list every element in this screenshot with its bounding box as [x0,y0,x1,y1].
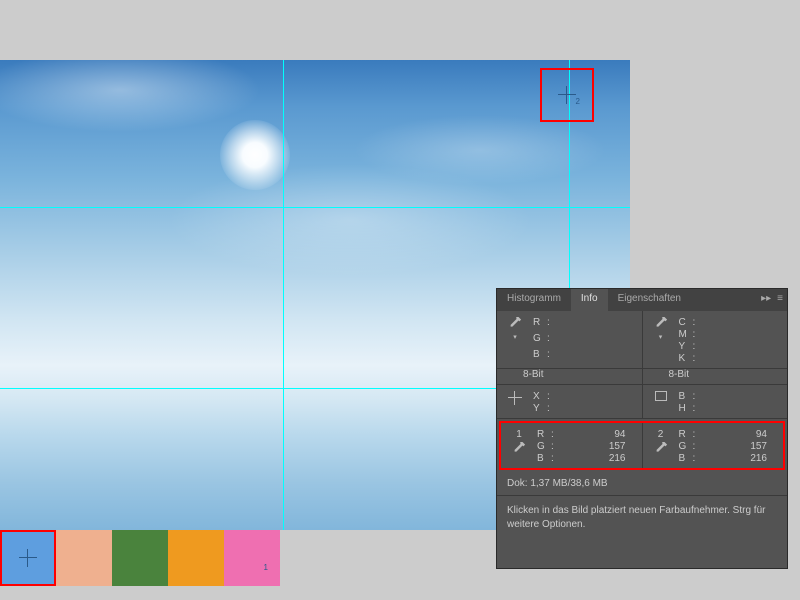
bits-right: 8-Bit [642,369,788,384]
sampler1-g: 157 [557,441,634,452]
bits-left: 8-Bit [497,369,642,384]
sampler2-b: 216 [699,453,776,464]
tab-histogram[interactable]: Histogramm [497,289,571,311]
label-g: G [537,441,551,452]
label-x: X [533,391,547,402]
color-sampler-2[interactable]: 2 [540,68,594,122]
label-k: K [679,353,693,364]
value-b [553,349,634,364]
label-m: M [679,329,693,340]
swatch-2[interactable] [56,530,112,586]
eyedropper-icon[interactable] [512,442,526,456]
swatch-1-selected[interactable]: 1 [0,530,56,586]
cmyk-readout: ▾ C: M: Y: K: [642,311,788,368]
sampler-index: 1 [514,429,524,440]
label-b: B [533,349,547,364]
document-size: Dok: 1,37 MB/38,6 MB [497,472,787,496]
sampler2-r: 94 [699,429,776,440]
info-panel: Histogramm Info Eigenschaften ▸▸ ≡ ▾ R: … [496,288,788,569]
sampler-number: 1 [264,563,268,572]
label-r: R [679,429,693,440]
rgb-readout: ▾ R: G: B: [497,311,642,368]
sampler2-g: 157 [699,441,776,452]
value-g [553,333,634,348]
eyedropper-icon[interactable] [654,442,668,456]
eyedropper-icon[interactable] [508,317,522,331]
label-y: Y [679,341,693,352]
sampler2-readout: 2 R:94 G:157 B:216 [642,423,784,468]
section-rgb-cmyk: ▾ R: G: B: ▾ C: M: Y: K: [497,311,787,369]
guide-horizontal-1[interactable] [0,207,630,208]
swatch-5[interactable] [224,530,280,586]
label-y: Y [533,403,547,414]
wh-readout: B: H: [642,385,788,418]
label-b: B [679,453,693,464]
label-c: C [679,317,693,328]
label-r: R [533,317,547,332]
crosshair-icon [508,391,522,405]
collapse-icon[interactable]: ▸▸ [761,293,771,304]
label-w: B [679,391,693,402]
eyedropper-icon[interactable] [654,317,668,331]
sampler1-r: 94 [557,429,634,440]
tab-properties[interactable]: Eigenschaften [608,289,691,311]
label-r: R [537,429,551,440]
sampler-index: 2 [656,429,666,440]
label-b: B [537,453,551,464]
xy-readout: X: Y: [497,385,642,418]
target-icon [19,549,37,567]
sampler-values-highlight: 1 R:94 G:157 B:216 2 R:94 G:157 B:216 [499,421,785,470]
sampler1-b: 216 [557,453,634,464]
dimensions-icon [655,391,667,401]
section-xy-wh: X: Y: B: H: [497,385,787,419]
sun-glow [220,120,290,190]
tab-info[interactable]: Info [571,289,608,311]
swatch-4[interactable] [168,530,224,586]
swatch-3[interactable] [112,530,168,586]
panel-tabs: Histogramm Info Eigenschaften ▸▸ ≡ [497,289,787,311]
sampler1-readout: 1 R:94 G:157 B:216 [501,423,642,468]
swatch-row: 1 [0,530,280,586]
label-g: G [679,441,693,452]
guide-vertical-1[interactable] [283,60,284,530]
label-g: G [533,333,547,348]
label-h: H [679,403,693,414]
value-r [553,317,634,332]
section-samplers: 1 R:94 G:157 B:216 2 R:94 G:157 B:216 [501,423,783,468]
panel-menu-icon[interactable]: ≡ [777,293,783,304]
target-icon [558,86,576,104]
hint-text: Klicken in das Bild platziert neuen Farb… [497,496,787,568]
sampler-number: 2 [576,97,580,106]
